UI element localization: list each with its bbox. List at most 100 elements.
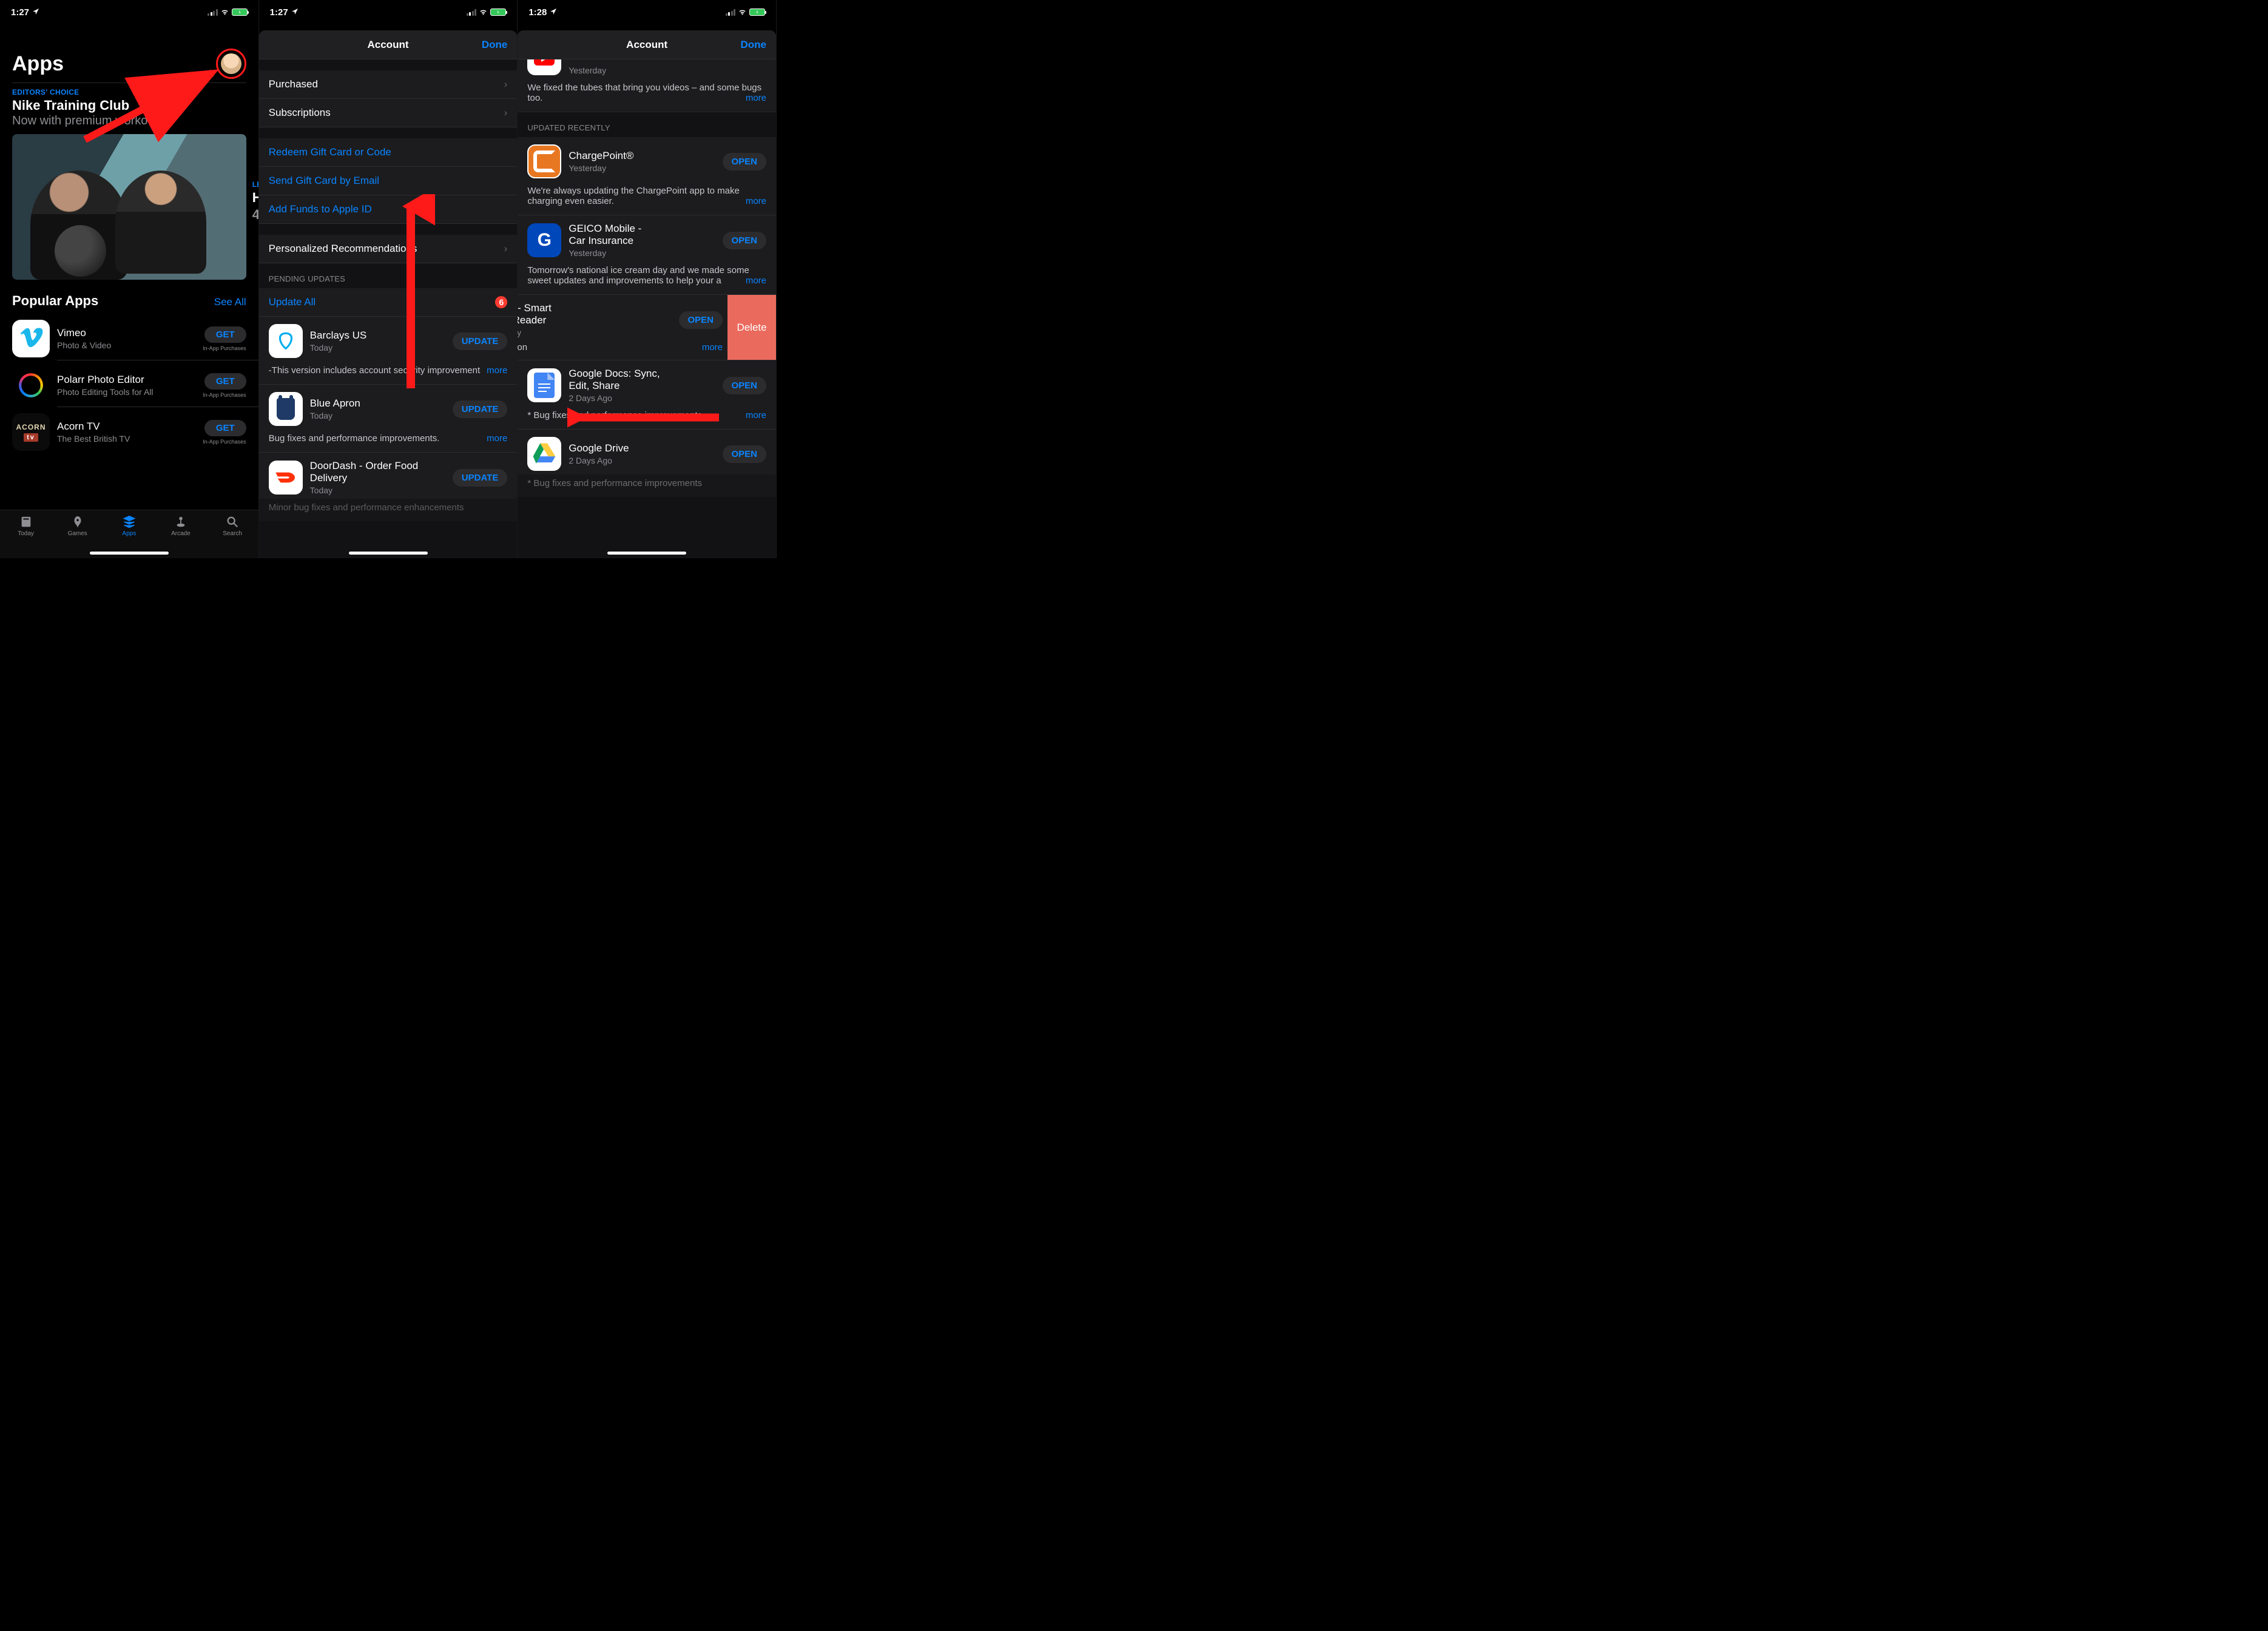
app-name: Feedly - Smart News Reader <box>518 302 575 326</box>
home-indicator[interactable] <box>349 552 428 555</box>
tab-apps[interactable]: Apps <box>111 515 147 537</box>
app-row[interactable]: ACORNtv Acorn TV The Best British TV GET… <box>0 407 258 453</box>
update-row[interactable]: Blue Apron Today UPDATE <box>259 385 518 430</box>
home-indicator[interactable] <box>90 552 169 555</box>
chevron-right-icon: › <box>504 78 508 90</box>
update-row[interactable]: G GEICO Mobile - Car Insurance Yesterday… <box>518 215 776 262</box>
release-notes: We fixed the tubes that bring you videos… <box>518 79 776 112</box>
update-button[interactable]: UPDATE <box>453 469 508 487</box>
more-link[interactable]: more <box>740 410 766 420</box>
update-row[interactable]: ChargePoint® Yesterday OPEN <box>518 137 776 182</box>
row-send-gift[interactable]: Send Gift Card by Email <box>259 167 518 195</box>
app-name: Google Docs: Sync, Edit, Share <box>569 368 672 392</box>
update-row[interactable]: Google Drive 2 Days Ago OPEN <box>518 430 776 474</box>
chevron-right-icon: › <box>504 107 508 119</box>
get-button[interactable]: GET <box>204 326 246 343</box>
app-subtitle: Photo & Video <box>57 340 195 350</box>
app-row[interactable]: Vimeo Photo & Video GET In-App Purchases <box>0 314 258 360</box>
pending-count-badge: 6 <box>495 296 507 308</box>
feature-card[interactable]: EDITORS' CHOICE Nike Training Club Now w… <box>0 83 258 280</box>
update-row[interactable]: Google Docs: Sync, Edit, Share 2 Days Ag… <box>518 360 776 407</box>
release-notes: -This version includes account security … <box>259 362 518 385</box>
chevron-right-icon: › <box>504 243 508 255</box>
battery-charging-icon <box>490 8 506 16</box>
release-notes: otimization more <box>518 341 732 360</box>
update-button[interactable]: UPDATE <box>453 400 508 418</box>
open-button[interactable]: OPEN <box>723 153 767 171</box>
rocket-icon <box>70 515 86 528</box>
nav-title: Account <box>368 39 409 51</box>
more-link[interactable]: more <box>746 93 766 103</box>
open-button[interactable]: OPEN <box>723 232 767 249</box>
tab-arcade[interactable]: Arcade <box>163 515 199 537</box>
status-time: 1:27 <box>11 7 29 18</box>
battery-charging-icon <box>232 8 248 16</box>
polarr-icon <box>12 366 50 404</box>
row-purchased[interactable]: Purchased › <box>259 70 518 99</box>
home-indicator[interactable] <box>607 552 686 555</box>
iap-label: In-App Purchases <box>203 345 246 351</box>
app-when: Yesterday <box>569 163 715 173</box>
status-bar: 1:27 <box>0 0 258 24</box>
row-update-all[interactable]: Update All 6 <box>259 288 518 317</box>
cell-signal-icon <box>208 9 218 16</box>
update-row[interactable]: Yesterday <box>518 59 776 79</box>
feature-peek-eyebrow: LE <box>252 180 259 189</box>
cell-signal-icon <box>726 9 736 16</box>
app-subtitle: The Best British TV <box>57 434 195 444</box>
app-when: Today <box>310 485 445 495</box>
barclays-icon <box>269 324 303 358</box>
open-button[interactable]: OPEN <box>723 377 767 394</box>
update-button[interactable]: UPDATE <box>453 333 508 350</box>
update-row[interactable]: DoorDash - Order Food Delivery Today UPD… <box>259 453 518 499</box>
done-button[interactable]: Done <box>482 39 508 51</box>
screen-account-pending: 1:27 Account Done Purchased › Subscripti… <box>259 0 518 558</box>
more-link[interactable]: more <box>481 433 507 444</box>
row-subscriptions[interactable]: Subscriptions › <box>259 99 518 127</box>
screen-account-updated: 1:28 Account Done Yesterday We fixed the… <box>518 0 777 558</box>
open-button[interactable]: OPEN <box>679 311 723 329</box>
row-redeem[interactable]: Redeem Gift Card or Code <box>259 138 518 167</box>
wifi-icon <box>479 7 488 18</box>
more-link[interactable]: more <box>740 196 766 206</box>
see-all-link[interactable]: See All <box>214 296 246 308</box>
tab-today[interactable]: Today <box>8 515 44 537</box>
get-button[interactable]: GET <box>204 420 246 436</box>
update-row[interactable]: Barclays US Today UPDATE <box>259 317 518 362</box>
release-notes: Minor bug fixes and performance enhancem… <box>259 499 518 521</box>
row-personalized[interactable]: Personalized Recommendations › <box>259 235 518 263</box>
status-bar: 1:28 <box>518 0 776 24</box>
geico-icon: G <box>527 223 561 257</box>
blueapron-icon <box>269 392 303 426</box>
release-notes: * Bug fixes and performance improvements… <box>518 407 776 430</box>
google-docs-icon <box>527 368 561 402</box>
tab-search[interactable]: Search <box>214 515 251 537</box>
done-button[interactable]: Done <box>741 39 767 51</box>
more-link[interactable]: more <box>702 342 723 353</box>
row-add-funds[interactable]: Add Funds to Apple ID <box>259 195 518 224</box>
delete-button[interactable]: Delete <box>727 295 776 360</box>
release-notes: We're always updating the ChargePoint ap… <box>518 182 776 215</box>
app-row[interactable]: Polarr Photo Editor Photo Editing Tools … <box>0 360 258 407</box>
cell-signal-icon <box>467 9 477 16</box>
app-when: 2 Days Ago <box>569 393 715 403</box>
app-name: DoorDash - Order Food Delivery <box>310 460 445 484</box>
account-avatar[interactable] <box>216 49 246 79</box>
feature-image <box>12 134 246 280</box>
location-icon <box>291 7 299 18</box>
app-when: Today <box>310 343 445 353</box>
iap-label: In-App Purchases <box>203 439 246 445</box>
tab-bar: Today Games Apps Arcade Search <box>0 510 258 558</box>
iap-label: In-App Purchases <box>203 392 246 398</box>
vimeo-icon <box>12 320 50 357</box>
section-title: Popular Apps <box>12 293 98 309</box>
app-when: 2 Days Ago <box>569 456 715 465</box>
get-button[interactable]: GET <box>204 373 246 390</box>
status-time: 1:27 <box>270 7 288 18</box>
youtube-icon <box>527 59 561 75</box>
more-link[interactable]: more <box>481 365 507 376</box>
tab-games[interactable]: Games <box>59 515 96 537</box>
more-link[interactable]: more <box>740 275 766 286</box>
update-row-swiped[interactable]: Feedly - Smart News Reader Yesterday OPE… <box>518 295 776 360</box>
open-button[interactable]: OPEN <box>723 445 767 463</box>
